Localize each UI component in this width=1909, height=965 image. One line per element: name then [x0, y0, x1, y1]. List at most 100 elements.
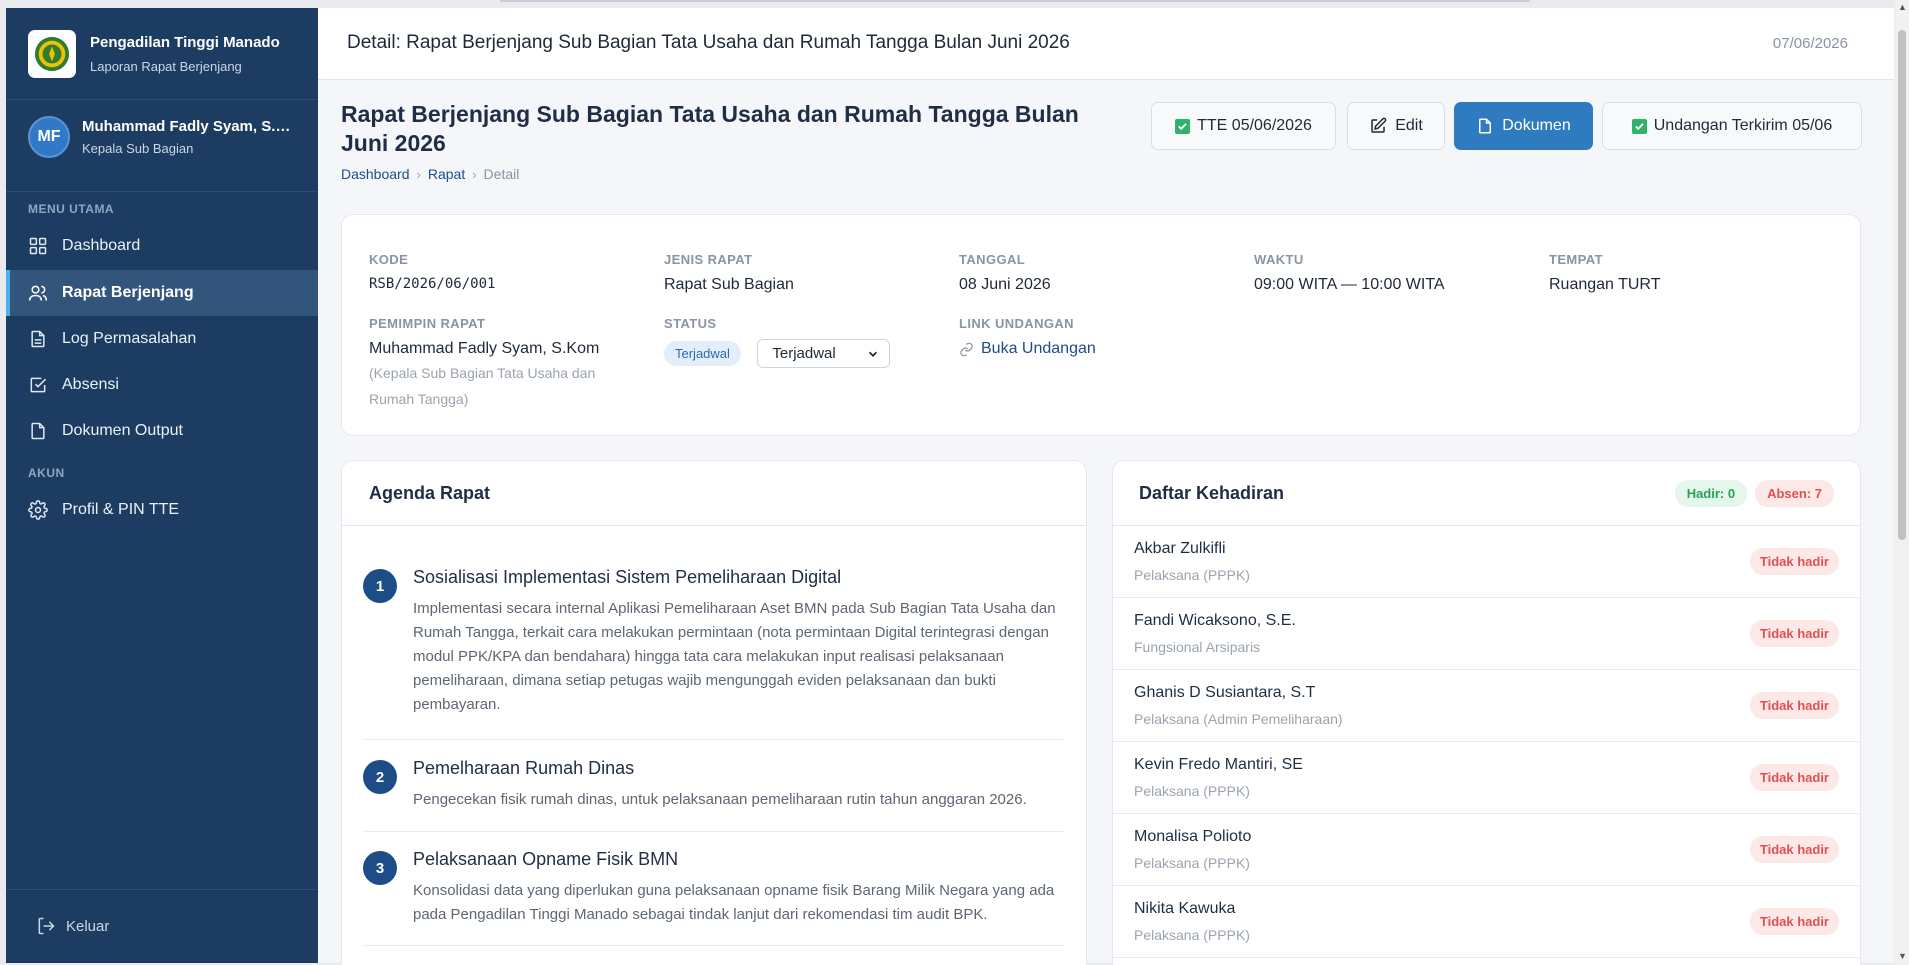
field-waktu: WAKTU 09:00 WITA — 10:00 WITA [1254, 252, 1445, 294]
sidebar-item-label: Dokumen Output [62, 422, 183, 439]
attendance-row: Nikita Kawuka Pelaksana (PPPK) Tidak had… [1113, 886, 1860, 958]
attendee-role: Pelaksana (PPPK) [1134, 783, 1250, 799]
open-invitation-link[interactable]: Buka Undangan [959, 340, 1096, 358]
breadcrumb-link-rapat[interactable]: Rapat [428, 166, 465, 182]
field-jenis-rapat: JENIS RAPAT Rapat Sub Bagian [664, 252, 794, 294]
field-label: STATUS [664, 316, 717, 331]
chevron-right-icon: › [472, 166, 477, 182]
attendance-row: Ghanis D Susiantara, S.T Pelaksana (Admi… [1113, 670, 1860, 742]
field-label: JENIS RAPAT [664, 252, 753, 267]
field-tanggal: TANGGAL 08 Juni 2026 [959, 252, 1051, 294]
chevron-down-icon [869, 351, 878, 357]
checkbox-icon [30, 377, 47, 393]
attendee-role: Pelaksana (PPPK) [1134, 927, 1250, 943]
tte-button[interactable]: TTE 05/06/2026 [1151, 102, 1336, 150]
header-date: 07/06/2026 [1772, 35, 1848, 52]
divider [363, 945, 1063, 946]
document-icon [31, 330, 45, 348]
org-name: Pengadilan Tinggi Manado [90, 34, 280, 51]
field-pemimpin-rapat: PEMIMPIN RAPAT Muhammad Fadly Syam, S.Ko… [369, 316, 619, 412]
undangan-terkirim-button[interactable]: Undangan Terkirim 05/06 [1602, 102, 1862, 150]
chevron-right-icon: › [416, 166, 421, 182]
sidebar-item-rapat-berjenjang[interactable]: Rapat Berjenjang [6, 270, 318, 316]
section-label-main: MENU UTAMA [28, 202, 115, 216]
breadcrumb-current: Detail [483, 166, 520, 182]
divider [363, 831, 1063, 832]
agenda-number: 3 [363, 851, 397, 885]
address-bar-edge [500, 0, 1530, 2]
edit-button[interactable]: Edit [1347, 102, 1445, 150]
check-icon [1175, 118, 1191, 134]
divider [6, 191, 318, 192]
sidebar: Pengadilan Tinggi Manado Laporan Rapat B… [6, 8, 318, 963]
present-count-badge: Hadir: 0 [1674, 479, 1748, 507]
field-status: STATUS Terjadwal Terjadwal [664, 316, 891, 368]
absent-count-badge: Absen: 7 [1755, 479, 1834, 507]
agenda-number: 1 [363, 569, 397, 603]
attendee-name: Akbar Zulkifli [1134, 540, 1226, 557]
agenda-card: Agenda Rapat 1 Sosialisasi Implementasi … [341, 460, 1087, 965]
logout-label: Keluar [66, 917, 110, 935]
attendee-name: Fandi Wicaksono, S.E. [1134, 612, 1296, 629]
field-link-undangan: LINK UNDANGAN Buka Undangan [959, 316, 1096, 358]
check-icon [1631, 118, 1647, 134]
page-scrollbar[interactable]: ▲ ▼ [1895, 0, 1909, 965]
status-badge: Tidak hadir [1749, 908, 1839, 935]
sidebar-item-label: Log Permasalahan [62, 330, 197, 347]
brand: Pengadilan Tinggi Manado Laporan Rapat B… [28, 30, 280, 78]
divider [6, 889, 318, 890]
field-tempat: TEMPAT Ruangan TURT [1549, 252, 1660, 294]
file-icon [31, 422, 45, 440]
attendee-name: Kevin Fredo Mantiri, SE [1134, 756, 1303, 773]
logout-button[interactable]: Keluar [36, 916, 109, 936]
field-kode: KODE RSB/2026/06/001 [369, 252, 495, 292]
attendance-title: Daftar Kehadiran [1139, 482, 1285, 503]
status-select-value: Terjadwal [772, 345, 836, 362]
sidebar-item-label: Profil & PIN TTE [62, 501, 180, 518]
field-value: 09:00 WITA — 10:00 WITA [1254, 276, 1445, 293]
sidebar-item-label: Rapat Berjenjang [62, 284, 194, 301]
attendance-row: Akbar Zulkifli Pelaksana (PPPK) Tidak ha… [1113, 526, 1860, 598]
attendance-row: Kevin Fredo Mantiri, SE Pelaksana (PPPK)… [1113, 742, 1860, 814]
divider [363, 739, 1063, 740]
sidebar-item-dashboard[interactable]: Dashboard [6, 223, 318, 269]
sidebar-item-label: Dashboard [62, 237, 141, 254]
avatar: MF [28, 116, 70, 158]
scroll-up-arrow-icon[interactable]: ▲ [1898, 2, 1907, 12]
field-label: TANGGAL [959, 252, 1026, 267]
attendee-role: Fungsional Arsiparis [1134, 639, 1261, 655]
status-badge: Terjadwal [664, 340, 741, 366]
sidebar-item-log-permasalahan[interactable]: Log Permasalahan [6, 316, 318, 362]
scrollbar-thumb[interactable] [1898, 30, 1906, 540]
attendee-role: Pelaksana (Admin Pemeliharaan) [1134, 711, 1343, 727]
status-badge: Tidak hadir [1749, 692, 1839, 719]
gear-icon [28, 500, 48, 520]
field-label: PEMIMPIN RAPAT [369, 316, 486, 331]
status-badge: Tidak hadir [1749, 764, 1839, 791]
status-select[interactable]: Terjadwal [757, 339, 891, 368]
user-profile: MF Muhammad Fadly Syam, S.Kom Kepala Sub… [28, 116, 297, 158]
sidebar-item-label: Absensi [62, 376, 119, 393]
field-label: LINK UNDANGAN [959, 316, 1074, 331]
status-badge: Tidak hadir [1749, 548, 1839, 575]
dokumen-button[interactable]: Dokumen [1454, 102, 1593, 150]
user-name: Muhammad Fadly Syam, S.Kom [82, 118, 297, 135]
user-role: Kepala Sub Bagian [82, 141, 194, 156]
status-badge: Tidak hadir [1749, 836, 1839, 863]
sidebar-item-absensi[interactable]: Absensi [6, 362, 318, 408]
scroll-down-arrow-icon[interactable]: ▼ [1898, 951, 1907, 961]
attendee-name: Monalisa Polioto [1134, 828, 1252, 845]
section-label-account: AKUN [28, 466, 65, 480]
court-logo [28, 30, 76, 78]
field-label: WAKTU [1254, 252, 1304, 267]
divider [6, 99, 318, 100]
attendee-name: Ghanis D Susiantara, S.T [1134, 684, 1316, 701]
sidebar-item-dokumen-output[interactable]: Dokumen Output [6, 408, 318, 454]
app-name: Laporan Rapat Berjenjang [90, 59, 242, 74]
sidebar-item-profil-pin[interactable]: Profil & PIN TTE [6, 487, 318, 533]
field-value: RSB/2026/06/001 [369, 276, 496, 292]
undangan-label: Undangan Terkirim 05/06 [1653, 117, 1833, 134]
attendee-role: Pelaksana (PPPK) [1134, 567, 1250, 583]
breadcrumb-link-dashboard[interactable]: Dashboard [341, 166, 410, 182]
header-title: Detail: Rapat Berjenjang Sub Bagian Tata… [347, 32, 1070, 53]
